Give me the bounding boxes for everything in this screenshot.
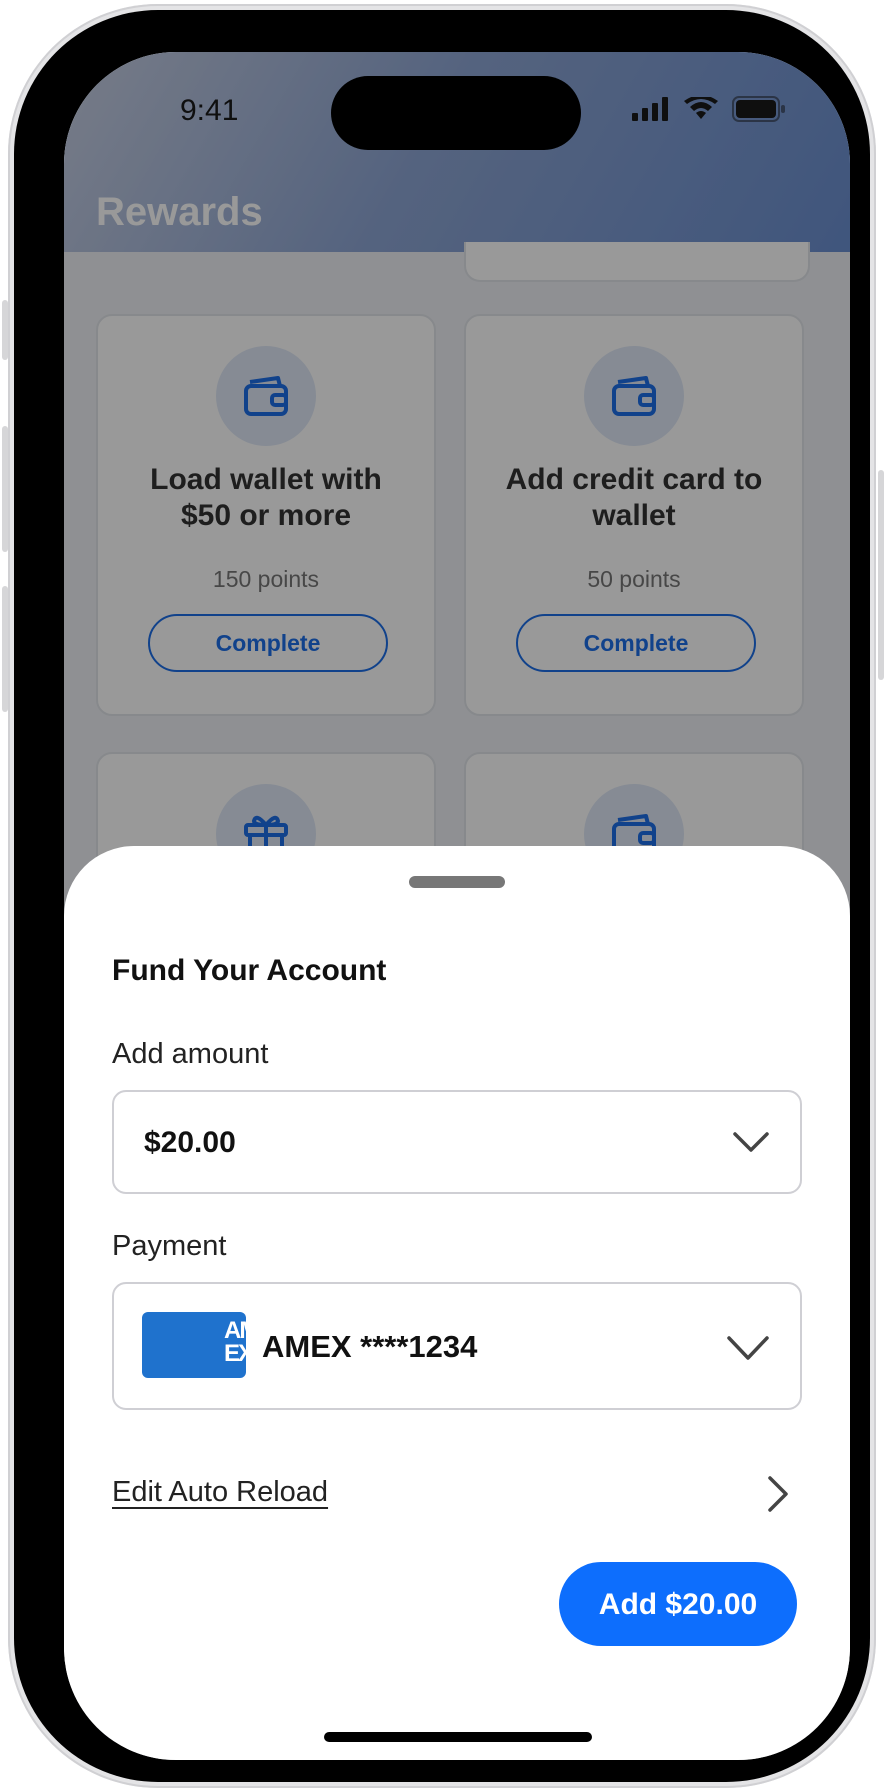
amount-label: Add amount [112,1038,269,1070]
chevron-right-icon[interactable] [764,1474,792,1514]
sheet-drag-handle[interactable] [409,876,505,888]
sheet-title: Fund Your Account [112,954,387,987]
power-button [878,470,884,680]
amount-select[interactable]: $20.00 [112,1090,802,1194]
action-button [2,300,8,360]
screen: 9:41 Rewards Load wallet with $50 or mor… [64,52,850,1760]
chevron-down-icon [733,1132,769,1152]
fund-account-sheet: Fund Your Account Add amount $20.00 Paym… [64,846,850,1760]
chevron-down-icon [727,1336,769,1360]
amex-card-logo: AM EX [142,1312,259,1378]
volume-down-button [2,586,8,712]
payment-label: Payment [112,1230,227,1262]
payment-select[interactable]: AM EX AMEX ****1234 [112,1282,802,1410]
payment-method-value: AMEX ****1234 [262,1329,478,1364]
device-body: 9:41 Rewards Load wallet with $50 or mor… [14,10,870,1782]
amount-value: $20.00 [144,1126,236,1159]
edit-auto-reload-link[interactable]: Edit Auto Reload [112,1476,328,1509]
volume-up-button [2,426,8,552]
home-indicator[interactable] [324,1732,592,1742]
add-funds-button[interactable]: Add $20.00 [559,1562,797,1646]
